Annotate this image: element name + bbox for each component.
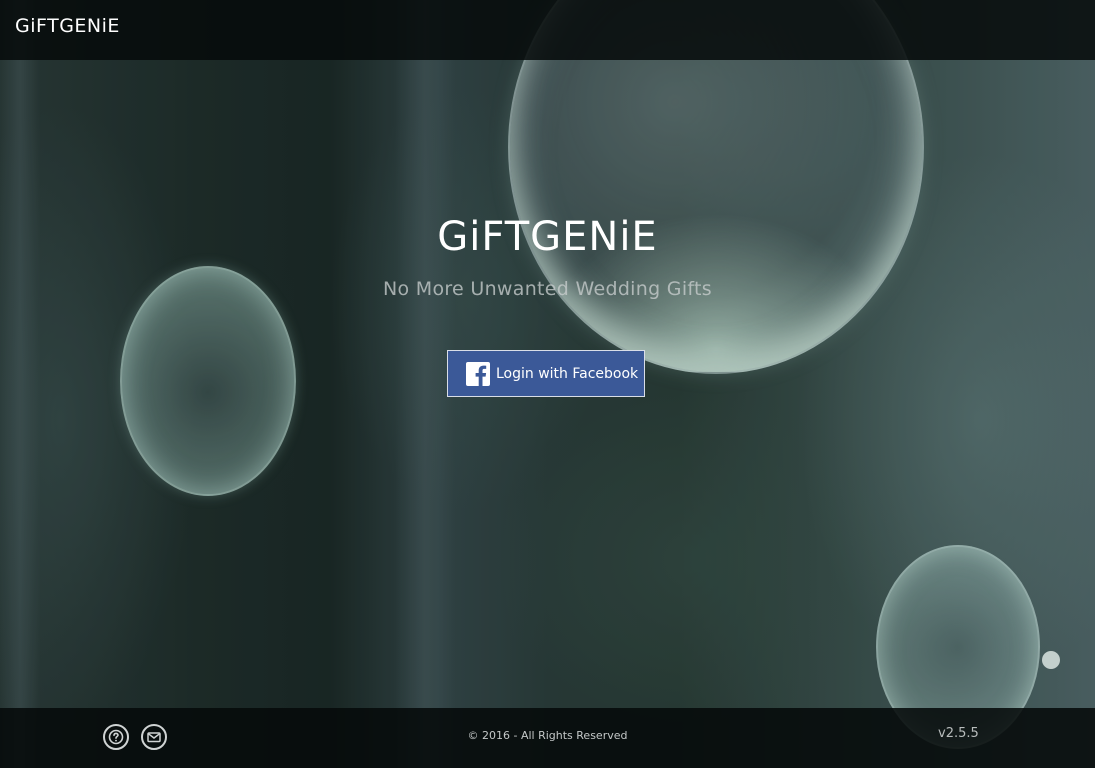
login-button-label: Login with Facebook [496,365,639,382]
login-with-facebook-button[interactable]: Login with Facebook [447,350,645,397]
hero-title: GiFTGENiE [437,214,658,260]
footer-bar: © 2016 - All Rights Reserved v2.5.5 [0,708,1095,768]
version-label: v2.5.5 [938,726,979,741]
facebook-logo-icon [466,361,490,386]
app-root: GiFTGENiE GiFTGENiE No More Unwanted Wed… [0,0,1095,768]
top-navbar: GiFTGENiE [0,0,1095,60]
hero-subtitle: No More Unwanted Wedding Gifts [382,278,713,300]
brand-logo-link[interactable]: GiFTGENiE [15,15,120,37]
copyright-text: © 2016 - All Rights Reserved [467,729,628,742]
